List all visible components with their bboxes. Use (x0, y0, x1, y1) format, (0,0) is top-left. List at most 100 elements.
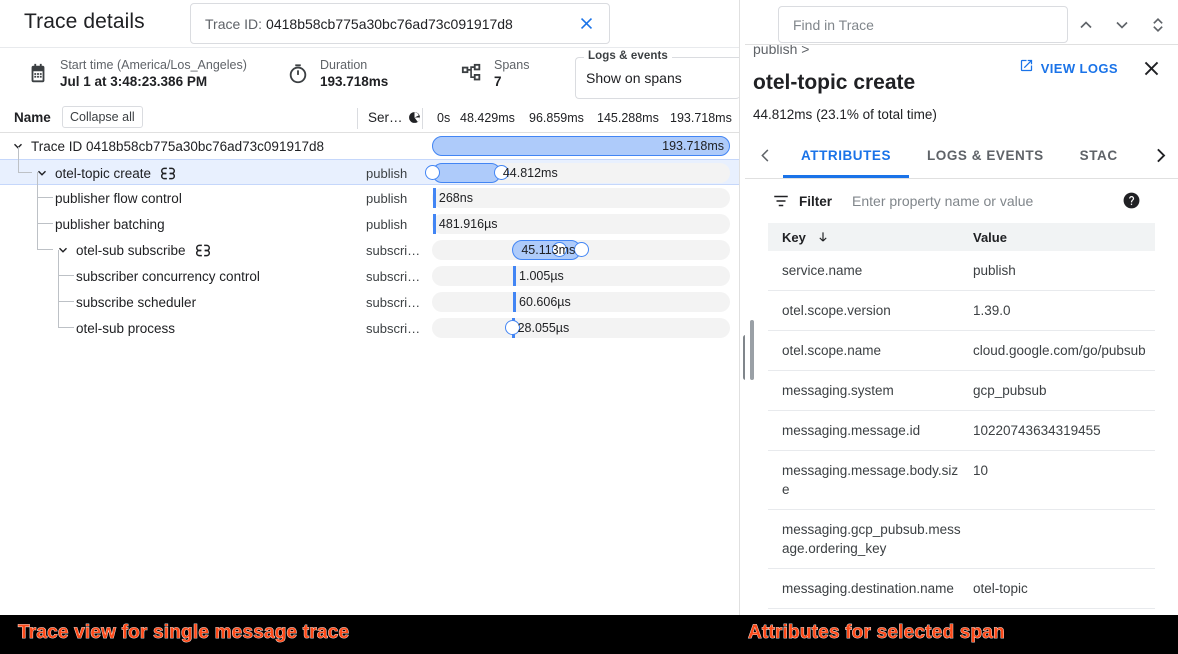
column-header-service: Ser… (368, 110, 421, 125)
attribute-row: otel.scope.version 1.39.0 (768, 291, 1155, 331)
span-duration: 44.812ms (753, 107, 813, 122)
tick-1: 48.429ms (460, 111, 515, 125)
tab-stac[interactable]: STAC (1062, 133, 1136, 178)
trace-id-field[interactable]: Trace ID: 0418b58cb775a30bc76ad73c091917… (190, 3, 610, 44)
attribute-value: 10 (973, 463, 989, 478)
span-row[interactable]: subscribe scheduler subscri… 60.606µs (0, 276, 740, 315)
attribute-row: messaging.gcp_pubsub.message.ordering_ke… (768, 510, 1155, 569)
attribute-row: messaging.message.body.size 10 (768, 451, 1155, 510)
span-row[interactable]: Trace ID 0418b58cb775a30bc76ad73c091917d… (0, 133, 740, 159)
attribute-key: messaging.message.id (782, 423, 921, 438)
chevron-left-icon[interactable] (751, 141, 779, 169)
span-row-service: subscri… (366, 268, 421, 284)
span-tree[interactable]: Trace ID 0418b58cb775a30bc76ad73c091917d… (0, 133, 740, 615)
attribute-row: messaging.destination.name otel-topic (768, 569, 1155, 609)
filter-label: Filter (799, 193, 833, 209)
tick-2: 96.859ms (529, 111, 584, 125)
span-duration-label: 28.055µs (517, 321, 570, 335)
top-bar: Trace details Trace ID: 0418b58cb775a30b… (0, 0, 1178, 47)
span-bar[interactable] (513, 292, 517, 312)
span-row-name: publisher batching (55, 211, 165, 237)
span-row-name: publisher flow control (55, 185, 182, 211)
help-circle-icon[interactable] (1122, 191, 1141, 215)
link-icon[interactable] (195, 244, 211, 257)
view-logs-button[interactable]: VIEW LOGS (1019, 58, 1118, 78)
span-row[interactable]: otel-sub process subscri… 28.055µs (0, 302, 740, 341)
tree-connector (58, 250, 74, 276)
span-row-service: subscri… (366, 320, 421, 336)
tree-table-header: Name Collapse all Ser… 0s 48.429ms 96.85… (0, 104, 740, 133)
find-in-trace-field[interactable] (778, 6, 1068, 43)
logs-events-value: Show on spans (586, 70, 682, 86)
detail-tabs[interactable]: ATTRIBUTES LOGS & EVENTS STAC (783, 133, 1136, 178)
summary-spans: Spans 7 (458, 58, 529, 90)
collapse-all-button[interactable]: Collapse all (62, 106, 143, 128)
link-icon[interactable] (160, 167, 176, 180)
span-row-name: otel-topic create (34, 160, 176, 186)
service-pie-icon[interactable] (408, 111, 421, 124)
filter-list-icon[interactable] (772, 192, 790, 210)
attributes-table: Key Value service.name publish otel.scope.… (768, 223, 1155, 615)
summary-start-time: Start time (America/Los_Angeles) Jul 1 a… (24, 58, 247, 90)
span-bar[interactable] (432, 188, 436, 208)
open-in-new-icon (1019, 58, 1034, 78)
timeline-lane (432, 318, 730, 338)
tree-connector (37, 172, 53, 198)
annotation-bar: Trace view for single message trace Attr… (0, 615, 1178, 654)
chevron-right-icon[interactable] (1146, 141, 1174, 169)
close-icon[interactable] (573, 11, 599, 37)
span-bar[interactable] (513, 266, 517, 286)
span-duration-label: 60.606µs (519, 295, 571, 309)
span-bar[interactable] (432, 163, 501, 183)
filter-input[interactable] (850, 192, 1081, 210)
tab-attributes[interactable]: ATTRIBUTES (783, 133, 909, 178)
attribute-row: messaging.system gcp_pubsub (768, 371, 1155, 411)
find-navigation (1068, 6, 1178, 43)
unfold-more-icon[interactable] (1140, 7, 1176, 43)
span-duration-label: 193.718ms (662, 139, 724, 153)
span-label: otel-sub process (76, 320, 176, 336)
timer-icon (284, 60, 312, 88)
detail-scrollbar-thumb[interactable] (750, 320, 754, 380)
attribute-key: messaging.gcp_pubsub.message.ordering_ke… (782, 522, 961, 556)
span-label: subscriber concurrency control (76, 268, 260, 284)
span-link-marker[interactable] (425, 165, 440, 180)
attribute-value: cloud.google.com/go/pubsub (973, 343, 1146, 358)
timeline-lane (432, 266, 730, 286)
breadcrumb[interactable]: publish > (753, 45, 809, 57)
panel-divider[interactable] (739, 0, 740, 615)
tick-0: 0s (437, 111, 451, 125)
tree-connector (18, 147, 32, 173)
span-row[interactable]: publisher batching publish 481.916µs (0, 198, 740, 237)
span-row-name: otel-sub subscribe (55, 237, 211, 263)
spans-label: Spans (494, 58, 530, 72)
attributes-table-header: Key Value (768, 223, 1155, 251)
page-title: Trace details (24, 10, 145, 33)
logs-events-select[interactable]: Logs & events Show on spans (575, 50, 740, 99)
span-row-name: subscribe scheduler (76, 289, 196, 315)
span-row[interactable]: subscriber concurrency control subscri… 1.… (0, 250, 740, 289)
service-label: Ser… (368, 110, 403, 125)
attribute-key: otel.scope.version (782, 303, 891, 318)
chevron-up-icon[interactable] (1068, 7, 1104, 43)
header-divider-left (357, 108, 358, 129)
timeline-lane (432, 188, 730, 208)
column-header-key[interactable]: Key (768, 230, 973, 245)
close-icon[interactable] (1136, 53, 1166, 83)
selected-span-subtitle: 44.812ms (23.1% of total time) (753, 107, 937, 122)
span-bar[interactable] (432, 214, 436, 234)
span-row[interactable]: otel-sub subscribe subscri… 45.113ms (0, 224, 740, 263)
attributes-rows: service.name publish otel.scope.version 1.3… (768, 251, 1155, 615)
chevron-down-icon[interactable] (1104, 7, 1140, 43)
attribute-value: publish (973, 263, 1016, 278)
span-row[interactable]: otel-topic create publish 44.812ms (0, 147, 740, 186)
span-row-service: publish (366, 165, 408, 181)
span-row[interactable]: publisher flow control publish 268ns (0, 172, 740, 211)
caption-left: Trace view for single message trace (18, 622, 350, 644)
arrow-down-icon[interactable] (816, 230, 830, 244)
tab-logs-events[interactable]: LOGS & EVENTS (909, 133, 1062, 178)
search-input[interactable] (791, 15, 1055, 34)
attribute-value: otel-topic (973, 581, 1028, 596)
span-row-name: otel-sub process (76, 315, 175, 341)
column-header-value[interactable]: Value (973, 230, 1007, 245)
